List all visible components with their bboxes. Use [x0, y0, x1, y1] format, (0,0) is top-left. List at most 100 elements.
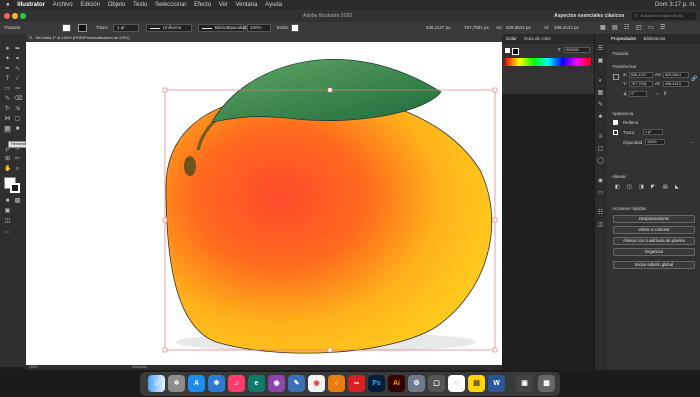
minimize-window-button[interactable]: [12, 13, 18, 19]
draw-mode-icon[interactable]: ▣: [4, 208, 11, 215]
tab-libraries[interactable]: Bibliotecas: [644, 36, 666, 41]
arrange-icon[interactable]: ☷: [624, 22, 629, 34]
color-spectrum[interactable]: [505, 58, 591, 66]
artboard-tool-icon[interactable]: ⊞: [4, 156, 11, 163]
properties-panel-icon[interactable]: ☰: [597, 46, 604, 53]
handle-ml[interactable]: [162, 217, 168, 223]
lasso-tool-icon[interactable]: ⚭: [14, 56, 21, 63]
color-mode-icon[interactable]: ■: [4, 198, 11, 205]
zoom-level[interactable]: 100%: [29, 365, 38, 369]
close-window-button[interactable]: [4, 13, 10, 19]
screen-mode-icon[interactable]: ◫: [4, 218, 11, 225]
artboards-panel-icon[interactable]: ◫: [597, 222, 604, 229]
color-fill-swatch[interactable]: [505, 48, 510, 53]
envelope-icon[interactable]: ▭: [648, 22, 654, 34]
photoshop-icon[interactable]: Ps: [368, 375, 385, 392]
notes-icon[interactable]: ▤: [468, 375, 485, 392]
recolor-button[interactable]: Volver a colorear: [613, 226, 695, 234]
offset-path-button[interactable]: Desplazamiento: [613, 215, 695, 223]
menu-texto[interactable]: Texto: [133, 2, 147, 8]
finder-icon[interactable]: ☺: [148, 375, 165, 392]
gradient-panel-icon[interactable]: ▢: [597, 146, 604, 153]
isolate-icon[interactable]: ◰: [636, 22, 642, 34]
align-pixel-grid-button[interactable]: Alinear con cuadrícula de píxeles: [613, 237, 695, 245]
screenshot-icon[interactable]: ▣: [516, 375, 533, 392]
podcasts-icon[interactable]: ◉: [268, 375, 285, 392]
selection-tool-icon[interactable]: ➤: [4, 46, 11, 53]
music-icon[interactable]: ♫: [228, 375, 245, 392]
appearance-stroke-swatch[interactable]: [613, 130, 618, 135]
align-right-icon[interactable]: ◨: [639, 184, 644, 190]
stroke-color-box[interactable]: [10, 183, 20, 193]
opacity-field[interactable]: 100%: [247, 24, 271, 32]
graphic-styles-panel-icon[interactable]: ▭: [597, 190, 604, 197]
color-stroke-swatch[interactable]: [512, 48, 519, 55]
align-left-icon[interactable]: ◧: [615, 184, 620, 190]
align-middle-icon[interactable]: ▤: [663, 184, 668, 190]
symbols-panel-icon[interactable]: ♣: [597, 114, 604, 121]
type-tool-icon[interactable]: T: [4, 76, 11, 83]
align-icon[interactable]: ▤: [612, 22, 618, 34]
document-tab[interactable]: ✕ Sin título-1* al 100% (RGB/Previsualiz…: [26, 34, 502, 42]
tab-properties[interactable]: Propiedades: [611, 36, 636, 41]
style-swatch[interactable]: [291, 24, 299, 32]
stock-search-input[interactable]: ⌕ Buscar en Adobe Stock: [632, 12, 696, 20]
menu-objeto[interactable]: Objeto: [108, 2, 126, 8]
menu-archivo[interactable]: Archivo: [53, 2, 73, 8]
ctrl-h-value[interactable]: 498,4413 px: [554, 22, 579, 34]
hand-tool-icon[interactable]: ✋: [4, 166, 11, 173]
blender-icon[interactable]: ○: [328, 375, 345, 392]
menu-ver[interactable]: Ver: [219, 2, 228, 8]
mango-body[interactable]: [165, 92, 493, 354]
flip-vertical-icon[interactable]: ⇕: [663, 91, 667, 97]
safari-icon[interactable]: ❋: [208, 375, 225, 392]
menu-efecto[interactable]: Efecto: [194, 2, 211, 8]
handle-bl[interactable]: [162, 347, 168, 353]
handle-tr[interactable]: [492, 87, 498, 93]
zoom-tool-icon[interactable]: ⌕: [14, 166, 21, 173]
more-tools-icon[interactable]: ⋯: [4, 230, 11, 237]
brushes-panel-icon[interactable]: ✎: [597, 102, 604, 109]
prop-h-field[interactable]: 498,4413: [663, 81, 689, 87]
flip-horizontal-icon[interactable]: ⇔: [655, 91, 660, 97]
spotlight-icon[interactable]: ▢: [428, 375, 445, 392]
tab-color[interactable]: Color: [506, 36, 517, 41]
ctrl-y-value[interactable]: 767,7931 px: [464, 22, 489, 34]
rectangle-tool-icon[interactable]: ▭: [4, 86, 11, 93]
zoom-window-button[interactable]: [20, 13, 26, 19]
more-options-icon[interactable]: ⋯: [689, 140, 694, 146]
trash-icon[interactable]: ▩: [538, 375, 555, 392]
ctrl-w-value[interactable]: 629,3614 px: [506, 22, 531, 34]
launchpad-icon[interactable]: ⚛: [168, 375, 185, 392]
menu-illustrator[interactable]: Illustrator: [17, 2, 45, 8]
rotate-tool-icon[interactable]: ↻: [4, 106, 11, 113]
magic-wand-tool-icon[interactable]: ✦: [4, 56, 11, 63]
none-mode-icon[interactable]: ▩: [14, 198, 21, 205]
pen-tool-icon[interactable]: ✒: [4, 66, 11, 73]
paintbrush-tool-icon[interactable]: ∾: [14, 86, 21, 93]
pencil-tool-icon[interactable]: ✎: [4, 96, 11, 103]
menu-seleccionar[interactable]: Seleccionar: [155, 2, 186, 8]
stroke-swatch[interactable]: [78, 24, 87, 32]
system-preferences-icon[interactable]: ⚙: [408, 375, 425, 392]
color-panel-icon[interactable]: ◐: [597, 78, 604, 85]
stroke-weight-field[interactable]: 1 pt: [113, 24, 139, 32]
global-edit-button[interactable]: Iniciar edición global: [613, 261, 695, 269]
close-tab-icon[interactable]: ✕: [29, 35, 32, 40]
slice-tool-icon[interactable]: ✄: [14, 156, 21, 163]
menubar-clock[interactable]: Dom 3:17 p. m.: [655, 0, 696, 10]
apple-menu-icon[interactable]: ●: [6, 2, 10, 8]
illustrator-icon[interactable]: Ai: [388, 375, 405, 392]
constrain-proportions-icon[interactable]: 🔗: [691, 76, 697, 82]
handle-tl[interactable]: [162, 87, 168, 93]
handle-br[interactable]: [492, 347, 498, 353]
prop-y-field[interactable]: 767,7931: [629, 81, 653, 87]
mesh-tool-icon[interactable]: ▦: [4, 126, 11, 133]
arrange-button[interactable]: Organizar: [613, 248, 695, 256]
menu-ventana[interactable]: Ventana: [235, 2, 257, 8]
eraser-tool-icon[interactable]: ⌫: [14, 96, 22, 103]
reference-point-icon[interactable]: [613, 74, 619, 80]
prop-x-field[interactable]: 636,1137: [629, 72, 653, 78]
creative-cloud-icon[interactable]: ∞: [348, 375, 365, 392]
layers-panel-icon[interactable]: ☷: [597, 210, 604, 217]
